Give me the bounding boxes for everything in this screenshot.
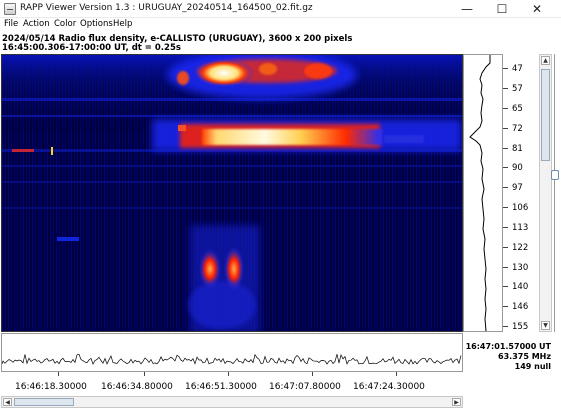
readout-time: 16:47:01.57000 UT <box>465 342 551 351</box>
rfi-line <box>2 165 462 167</box>
maximize-button[interactable]: ☐ <box>487 0 517 18</box>
freq-label: 72 <box>512 124 523 134</box>
freq-label: 113 <box>512 223 529 233</box>
light-curve-plot <box>1 353 462 365</box>
freq-tick <box>503 108 508 109</box>
time-tick <box>228 372 229 376</box>
rfi-line <box>2 98 462 101</box>
slider-track-line <box>554 54 555 332</box>
menu-bar: File Action Color Options Help <box>0 18 561 32</box>
time-label: 16:46:34.80000 <box>101 382 173 392</box>
menu-color[interactable]: Color <box>54 19 76 29</box>
vertical-scroll-thumb[interactable] <box>541 69 550 161</box>
vertical-scrollbar[interactable]: ▲ ▼ <box>539 54 552 332</box>
window-title: RAPP Viewer Version 1.3 : URUGUAY_202405… <box>20 3 313 13</box>
time-tick <box>396 372 397 376</box>
slider-knob[interactable] <box>551 170 559 180</box>
scroll-down-button[interactable]: ▼ <box>541 321 550 330</box>
freq-tick <box>503 148 508 149</box>
freq-tick <box>503 306 508 307</box>
time-label: 16:46:18.30000 <box>15 382 87 392</box>
menu-help[interactable]: Help <box>113 19 132 29</box>
scroll-right-button[interactable]: ▶ <box>452 398 461 406</box>
app-icon <box>4 3 16 15</box>
freq-label: 57 <box>512 84 523 94</box>
readout-value: 149 null <box>514 362 551 371</box>
scroll-left-button[interactable]: ◀ <box>3 398 12 406</box>
freq-tick <box>503 207 508 208</box>
freq-label: 65 <box>512 104 523 114</box>
freq-label: 47 <box>512 64 523 74</box>
time-tick <box>144 372 145 376</box>
burst-band <box>152 119 462 151</box>
minimize-button[interactable]: — <box>452 0 482 18</box>
freq-tick <box>503 227 508 228</box>
freq-label: 140 <box>512 282 529 292</box>
readout-frequency: 63.375 MHz <box>498 352 551 361</box>
freq-tick <box>503 267 508 268</box>
rfi-mark <box>12 149 34 152</box>
freq-label: 81 <box>512 144 523 154</box>
freq-label: 130 <box>512 263 529 273</box>
freq-label: 122 <box>512 243 529 253</box>
menu-action[interactable]: Action <box>23 19 50 29</box>
frequency-axis: 47 57 65 72 81 90 97 106 113 122 130 140… <box>503 54 537 332</box>
time-label: 16:47:24.30000 <box>353 382 425 392</box>
time-label: 16:47:07.80000 <box>269 382 341 392</box>
horizontal-scroll-thumb[interactable] <box>14 398 74 406</box>
freq-tick <box>503 247 508 248</box>
close-button[interactable]: ✕ <box>522 0 552 18</box>
time-tick <box>312 372 313 376</box>
rfi-line <box>2 181 462 183</box>
light-curve <box>1 333 463 372</box>
time-tick <box>58 372 59 376</box>
freq-label: 97 <box>512 183 523 193</box>
freq-tick <box>503 88 508 89</box>
freq-label: 155 <box>512 322 529 332</box>
time-axis: 16:46:18.30000 16:46:34.80000 16:46:51.3… <box>1 372 463 394</box>
scroll-up-button[interactable]: ▲ <box>541 56 550 65</box>
time-range-info: 16:45:00.306-17:00:00 UT, dt = 0.25s <box>2 43 181 53</box>
rfi-mark <box>57 237 79 241</box>
rfi-spike <box>51 147 53 155</box>
contrast-slider[interactable] <box>551 54 559 332</box>
rfi-line <box>2 207 462 209</box>
spectrum-profile-curve <box>469 55 491 332</box>
freq-label: 146 <box>512 302 529 312</box>
time-label: 16:46:51.30000 <box>185 382 257 392</box>
menu-options[interactable]: Options <box>80 19 113 29</box>
rfi-line <box>2 115 462 117</box>
freq-label: 90 <box>512 163 523 173</box>
horizontal-scrollbar[interactable]: ◀ ▶ <box>1 396 463 408</box>
spectrogram-canvas[interactable] <box>1 51 463 333</box>
freq-tick <box>503 187 508 188</box>
freq-label: 106 <box>512 203 529 213</box>
spectrum-profile <box>463 54 503 332</box>
burst-lower <box>188 225 260 333</box>
window-titlebar: RAPP Viewer Version 1.3 : URUGUAY_202405… <box>0 0 561 18</box>
light-curve-line <box>1 353 462 365</box>
freq-tick <box>503 68 508 69</box>
freq-tick <box>503 128 508 129</box>
freq-tick <box>503 167 508 168</box>
freq-tick <box>503 326 508 327</box>
spectrogram-image <box>2 51 462 333</box>
freq-tick <box>503 286 508 287</box>
menu-file[interactable]: File <box>4 19 18 29</box>
